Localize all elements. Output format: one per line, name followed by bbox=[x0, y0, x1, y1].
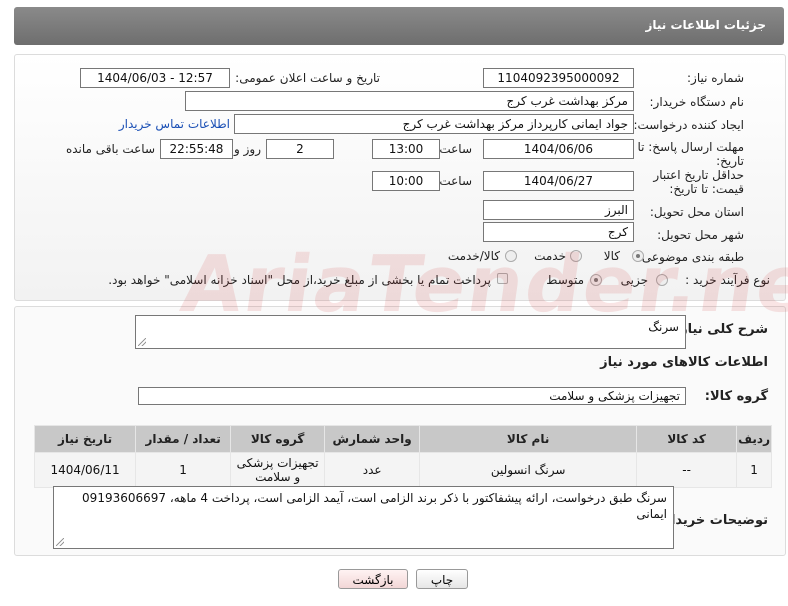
deadline-time-field[interactable]: 13:00 bbox=[372, 139, 440, 159]
buyer-notes-textarea[interactable]: سرنگ طبق درخواست، ارائه پیشفاکتور با ذکر… bbox=[53, 486, 674, 549]
remaining-time-field[interactable]: 22:55:48 bbox=[160, 139, 233, 159]
province-label: استان محل تحویل: bbox=[649, 205, 744, 219]
deadline-label: مهلت ارسال پاسخ: تا تاریخ: bbox=[637, 140, 744, 168]
back-button[interactable]: بازگشت bbox=[338, 569, 408, 589]
goods-group-label: گروه کالا: bbox=[704, 389, 768, 404]
print-button[interactable]: چاپ bbox=[416, 569, 468, 589]
goods-table: ردیف کد کالا نام کالا واحد شمارش گروه کا… bbox=[33, 425, 772, 488]
creator-label: ایجاد کننده درخواست: bbox=[633, 118, 744, 132]
validity-label: حداقل تاریخ اعتبار قیمت: تا تاریخ: bbox=[653, 168, 744, 196]
col-header-goods-code: کد کالا bbox=[636, 425, 738, 453]
days-remaining-field[interactable]: 2 bbox=[266, 139, 334, 159]
page: جزئیات اطلاعات نیاز شماره نیاز: 11040923… bbox=[0, 0, 788, 606]
buyer-notes-text: سرنگ طبق درخواست، ارائه پیشفاکتور با ذکر… bbox=[82, 491, 667, 521]
buyer-org-field[interactable]: مرکز بهداشت غرب کرج bbox=[185, 91, 634, 111]
col-header-quantity: تعداد / مقدار bbox=[135, 425, 232, 453]
resize-grip-icon[interactable] bbox=[138, 338, 146, 346]
table-row: 1 -- سرنگ انسولین عدد تجهیزات پزشکی و سل… bbox=[33, 452, 772, 488]
validity-date-field[interactable]: 1404/06/27 bbox=[483, 171, 634, 191]
cell-row-number: 1 bbox=[736, 452, 772, 488]
col-header-goods-name: نام کالا bbox=[419, 425, 638, 453]
deadline-date-field[interactable]: 1404/06/06 bbox=[483, 139, 634, 159]
col-header-goods-group: گروه کالا bbox=[230, 425, 326, 453]
remaining-label: ساعت باقی مانده bbox=[65, 142, 155, 156]
goods-group-field[interactable]: تجهیزات پزشکی و سلامت bbox=[138, 387, 686, 405]
city-field[interactable]: کرج bbox=[483, 222, 634, 242]
buyer-contact-link[interactable]: اطلاعات تماس خریدار bbox=[119, 117, 230, 131]
resize-grip-icon[interactable] bbox=[56, 538, 64, 546]
need-number-field[interactable]: 1104092395000092 bbox=[483, 68, 634, 88]
validity-time-field[interactable]: 10:00 bbox=[372, 171, 440, 191]
watermark-logo: AriaTender.neT bbox=[175, 240, 788, 330]
cell-unit: عدد bbox=[324, 452, 421, 488]
buyer-org-label: نام دستگاه خریدار: bbox=[649, 95, 745, 109]
validity-time-label: ساعت bbox=[439, 174, 472, 188]
page-title: جزئیات اطلاعات نیاز bbox=[645, 18, 766, 32]
table-header-row: ردیف کد کالا نام کالا واحد شمارش گروه کا… bbox=[33, 425, 772, 453]
need-number-label: شماره نیاز: bbox=[687, 71, 744, 85]
cell-goods-code: -- bbox=[636, 452, 738, 488]
announce-datetime-field[interactable]: 1404/06/03 - 12:57 bbox=[80, 68, 230, 88]
col-header-need-date: تاریخ نیاز bbox=[33, 425, 137, 453]
col-header-unit: واحد شمارش bbox=[324, 425, 421, 453]
days-label: روز و bbox=[234, 142, 261, 156]
announce-label: تاریخ و ساعت اعلان عمومی: bbox=[235, 71, 380, 85]
deadline-time-label: ساعت bbox=[439, 142, 472, 156]
cell-need-date: 1404/06/11 bbox=[33, 452, 137, 488]
buyer-notes-label: توضیحات خریدار: bbox=[658, 513, 768, 528]
cell-goods-group: تجهیزات پزشکی و سلامت bbox=[230, 452, 326, 488]
cell-goods-name: سرنگ انسولین bbox=[419, 452, 638, 488]
cell-quantity: 1 bbox=[135, 452, 232, 488]
creator-field[interactable]: جواد ایمانی کارپرداز مرکز بهداشت غرب کرج bbox=[234, 114, 634, 134]
col-header-row-number: ردیف bbox=[736, 425, 772, 453]
page-header: جزئیات اطلاعات نیاز bbox=[14, 7, 784, 45]
province-field[interactable]: البرز bbox=[483, 200, 634, 220]
